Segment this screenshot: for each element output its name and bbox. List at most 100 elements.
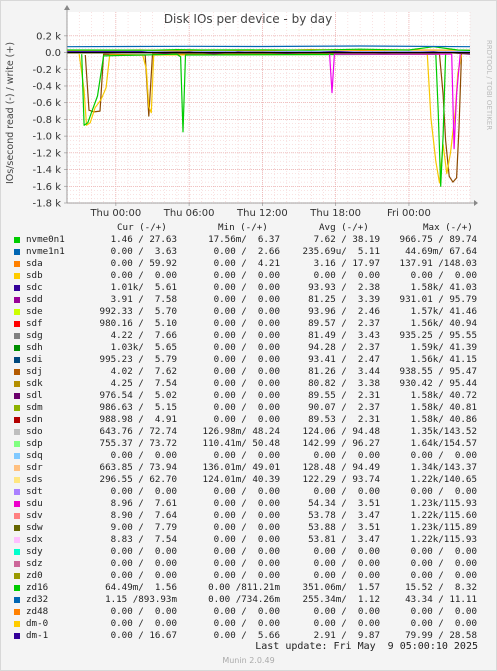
y-tick-label: -1.6 k <box>33 182 62 193</box>
legend-row: sdq 0.00 / 0.00 0.00 / 0.00 0.00 / 0.00 0.00… <box>0 450 497 462</box>
legend-swatch <box>14 237 20 243</box>
legend-swatch <box>14 345 20 351</box>
legend-max-value: 0.00 / 0.00 <box>410 546 477 557</box>
legend-swatch <box>14 369 20 375</box>
legend-swatch <box>14 417 20 423</box>
legend-avg-value: 80.82 / 3.38 <box>308 378 380 389</box>
legend-device-name: sdq <box>26 450 43 461</box>
legend-max-value: 1.22k/115.93 <box>410 534 477 545</box>
x-tick-label: Thu 00:00 <box>89 208 141 219</box>
legend-max-value: 1.59k/ 41.39 <box>410 342 477 353</box>
legend-row: sdx 8.83 / 7.54 0.00 / 0.00 53.81 / 3.47 1.2… <box>0 534 497 546</box>
legend-row: zd32 1.15 /893.93m 0.00 /734.26m 255.34m/ 1… <box>0 594 497 606</box>
legend-min-value: 136.01m/ 49.01 <box>202 462 280 473</box>
legend-max-value: 938.55 / 95.47 <box>399 366 477 377</box>
legend-min-value: 0.00 / 0.00 <box>213 570 280 581</box>
y-axis-arrow <box>64 5 70 10</box>
legend-header-cur: Cur (-/+) <box>117 222 167 233</box>
legend-device-name: sdp <box>26 438 43 449</box>
legend-row: sdz 0.00 / 0.00 0.00 / 0.00 0.00 / 0.00 0.00… <box>0 558 497 570</box>
legend-device-name: sdn <box>26 414 43 425</box>
y-tick-label: -0.6 k <box>33 98 62 109</box>
legend-avg-value: 94.28 / 2.37 <box>308 342 380 353</box>
legend-cur-value: 0.00 / 59.92 <box>110 258 177 269</box>
legend-min-value: 0.00 / 0.00 <box>213 282 280 293</box>
legend-max-value: 1.58k/ 40.86 <box>410 414 477 425</box>
legend-device-name: sdi <box>26 354 43 365</box>
legend-device-name: sdb <box>26 270 43 281</box>
legend-avg-value: 81.49 / 3.43 <box>308 330 380 341</box>
legend-cur-value: 0.00 / 0.00 <box>110 606 177 617</box>
legend-avg-value: 142.99 / 96.27 <box>302 438 380 449</box>
legend-device-name: zd16 <box>26 582 49 593</box>
legend-cur-value: 980.16 / 5.10 <box>99 318 177 329</box>
legend-max-value: 1.56k/ 40.94 <box>410 318 477 329</box>
legend-max-value: 44.69m/ 67.64 <box>405 246 477 257</box>
legend-avg-value: 81.26 / 3.44 <box>308 366 380 377</box>
y-tick-label: -1.0 k <box>33 132 62 143</box>
legend-min-value: 0.00 / 0.00 <box>213 546 280 557</box>
legend-swatch <box>14 585 20 591</box>
legend-min-value: 0.00 / 0.00 <box>213 354 280 365</box>
legend-max-value: 0.00 / 0.00 <box>410 618 477 629</box>
legend-cur-value: 64.49m/ 1.56 <box>105 582 177 593</box>
legend-min-value: 0.00 / 0.00 <box>213 606 280 617</box>
legend-cur-value: 0.00 / 0.00 <box>110 486 177 497</box>
legend-avg-value: 0.00 / 0.00 <box>313 570 380 581</box>
legend-cur-value: 1.03k/ 5.65 <box>110 342 177 353</box>
legend-swatch <box>14 381 20 387</box>
legend-cur-value: 0.00 / 0.00 <box>110 270 177 281</box>
legend-min-value: 0.00 / 0.00 <box>213 522 280 533</box>
legend-row: sdr 663.85 / 73.94 136.01m/ 49.01 128.48 / … <box>0 462 497 474</box>
legend-min-value: 0.00 / 0.00 <box>213 510 280 521</box>
legend-max-value: 0.00 / 0.00 <box>410 606 477 617</box>
legend-avg-value: 3.16 / 17.97 <box>313 258 380 269</box>
chart-title: Disk IOs per device - by day <box>164 12 332 26</box>
legend-avg-value: 128.48 / 94.49 <box>302 462 380 473</box>
legend-max-value: 0.00 / 0.00 <box>410 558 477 569</box>
legend-max-value: 0.00 / 0.00 <box>410 270 477 281</box>
legend-swatch <box>14 489 20 495</box>
legend-device-name: sdt <box>26 486 43 497</box>
legend-row: zd0 0.00 / 0.00 0.00 / 0.00 0.00 / 0.00 0.00… <box>0 570 497 582</box>
x-tick-label: Thu 18:00 <box>309 208 361 219</box>
legend-avg-value: 122.29 / 93.74 <box>302 474 380 485</box>
legend-swatch <box>14 405 20 411</box>
legend-min-value: 124.01m/ 40.39 <box>202 474 280 485</box>
legend-swatch <box>14 549 20 555</box>
x-tick-label: Fri 00:00 <box>387 208 431 219</box>
legend-max-value: 1.35k/143.52 <box>410 426 477 437</box>
legend-cur-value: 643.76 / 72.74 <box>99 426 177 437</box>
legend-swatch <box>14 561 20 567</box>
legend-row: nvme1n1 0.00 / 3.63 0.00 / 2.66 235.69u/ 5.… <box>0 246 497 258</box>
plot-area <box>67 12 470 203</box>
legend-max-value: 79.99 / 28.58 <box>405 630 477 641</box>
legend-row: sdt 0.00 / 0.00 0.00 / 0.00 0.00 / 0.00 0.00… <box>0 486 497 498</box>
legend-max-value: 1.23k/115.93 <box>410 498 477 509</box>
x-tick-label: Thu 12:00 <box>236 208 288 219</box>
legend-avg-value: 93.96 / 2.46 <box>308 306 380 317</box>
legend-max-value: 1.58k/ 41.03 <box>410 282 477 293</box>
legend-device-name: nvme1n1 <box>26 246 65 257</box>
legend-min-value: 0.00 /734.26m <box>208 594 280 605</box>
legend-cur-value: 4.02 / 7.62 <box>110 366 177 377</box>
legend-device-name: sde <box>26 306 43 317</box>
legend-row: sde 992.33 / 5.70 0.00 / 0.00 93.96 / 2.46 1… <box>0 306 497 318</box>
legend-device-name: zd32 <box>26 594 49 605</box>
legend-avg-value: 0.00 / 0.00 <box>313 486 380 497</box>
legend-row: sdb 0.00 / 0.00 0.00 / 0.00 0.00 / 0.00 0.00… <box>0 270 497 282</box>
legend-max-value: 1.22k/115.60 <box>410 510 477 521</box>
legend-max-value: 966.75 / 89.74 <box>399 234 477 245</box>
legend-min-value: 0.00 / 0.00 <box>213 558 280 569</box>
legend-avg-value: 53.81 / 3.47 <box>308 534 380 545</box>
legend-min-value: 0.00 / 0.00 <box>213 390 280 401</box>
legend-avg-value: 81.25 / 3.39 <box>308 294 380 305</box>
legend-device-name: zd0 <box>26 570 43 581</box>
legend-cur-value: 3.91 / 7.58 <box>110 294 177 305</box>
legend-max-value: 1.56k/ 41.15 <box>410 354 477 365</box>
legend-device-name: sda <box>26 258 43 269</box>
legend-cur-value: 0.00 / 0.00 <box>110 450 177 461</box>
series-line-nvme1n1 <box>66 45 471 48</box>
legend-max-value: 1.23k/115.89 <box>410 522 477 533</box>
legend-avg-value: 89.57 / 2.37 <box>308 318 380 329</box>
